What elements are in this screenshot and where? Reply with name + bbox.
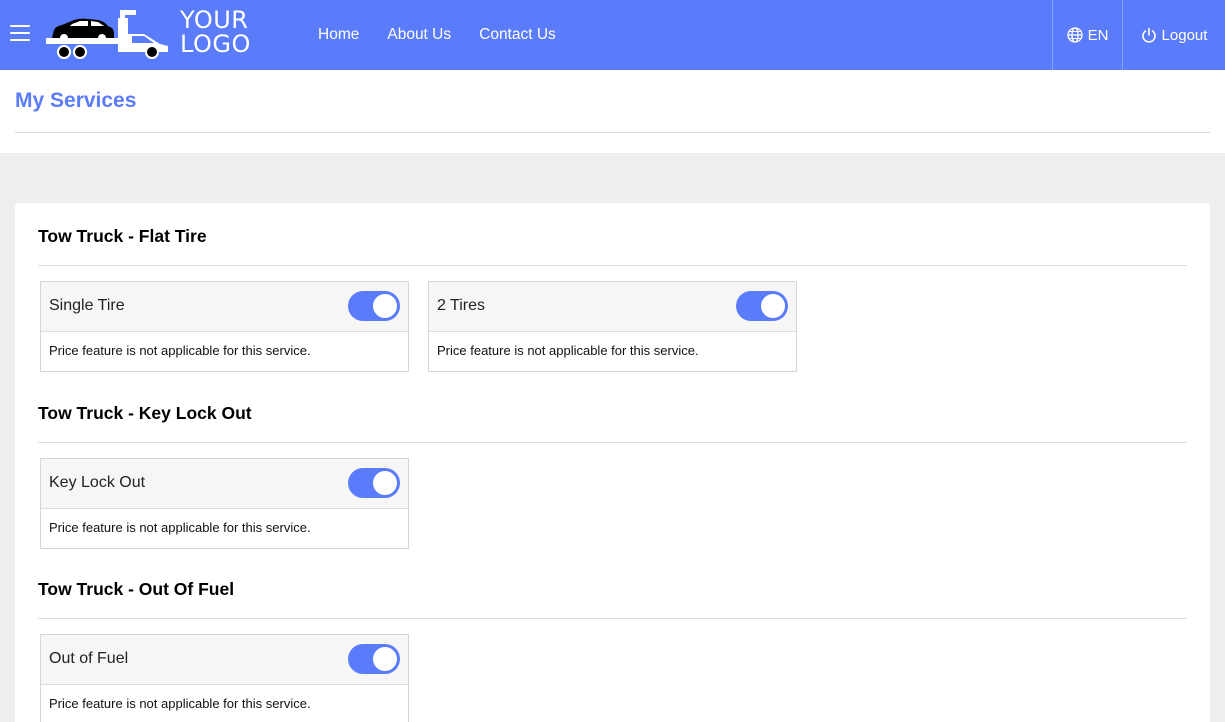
service-card-key-lock-out: Key Lock Out Price feature is not applic… [40, 458, 409, 549]
service-name: Single Tire [49, 297, 125, 314]
service-toggle-key-lock-out[interactable] [348, 468, 400, 498]
logo-line-2: LOGO [180, 30, 251, 58]
service-note: Price feature is not applicable for this… [49, 520, 311, 535]
service-card-out-of-fuel: Out of Fuel Price feature is not applica… [40, 634, 409, 722]
service-toggle-out-of-fuel[interactable] [348, 644, 400, 674]
globe-icon [1066, 27, 1083, 43]
divider [38, 618, 1187, 619]
service-name: 2 Tires [437, 297, 486, 314]
service-card-2-tires: 2 Tires Price feature is not applicable … [428, 281, 797, 372]
power-icon [1141, 27, 1156, 43]
page-title: My Services [15, 89, 137, 112]
service-name: Out of Fuel [49, 650, 129, 667]
services-card: Tow Truck - Flat Tire Single Tire Price … [15, 203, 1210, 722]
service-toggle-2-tires[interactable] [736, 291, 788, 321]
logo-line-1: YOUR [180, 6, 249, 34]
service-card-single-tire: Single Tire Price feature is not applica… [40, 281, 409, 372]
top-navbar: YOUR LOGO Home About Us Contact Us EN Lo… [0, 0, 1225, 70]
language-selector[interactable]: EN [1052, 0, 1122, 70]
nav-links: Home About Us Contact Us [318, 0, 584, 70]
nav-right: EN Logout [1052, 0, 1225, 70]
language-label: EN [1087, 26, 1109, 44]
logout-button[interactable]: Logout [1122, 0, 1225, 70]
section-title-key-lock-out: Tow Truck - Key Lock Out [38, 403, 252, 423]
nav-link-contact-us[interactable]: Contact Us [479, 26, 556, 44]
divider [15, 132, 1210, 133]
page-header: My Services [0, 70, 1225, 153]
nav-link-home[interactable]: Home [318, 26, 359, 44]
logo[interactable]: YOUR LOGO [44, 8, 264, 62]
section-title-flat-tire: Tow Truck - Flat Tire [38, 226, 207, 246]
service-note: Price feature is not applicable for this… [49, 343, 311, 358]
logout-label: Logout [1161, 26, 1208, 44]
divider [38, 265, 1187, 266]
nav-link-about-us[interactable]: About Us [387, 26, 451, 44]
logo-text: YOUR LOGO [180, 8, 251, 56]
section-title-out-of-fuel: Tow Truck - Out Of Fuel [38, 579, 235, 599]
service-note: Price feature is not applicable for this… [437, 343, 699, 358]
divider [38, 442, 1187, 443]
tow-truck-logo-icon [46, 10, 168, 59]
service-name: Key Lock Out [49, 474, 146, 491]
hamburger-menu-icon[interactable] [10, 25, 30, 43]
service-toggle-single-tire[interactable] [348, 291, 400, 321]
service-note: Price feature is not applicable for this… [49, 696, 311, 711]
